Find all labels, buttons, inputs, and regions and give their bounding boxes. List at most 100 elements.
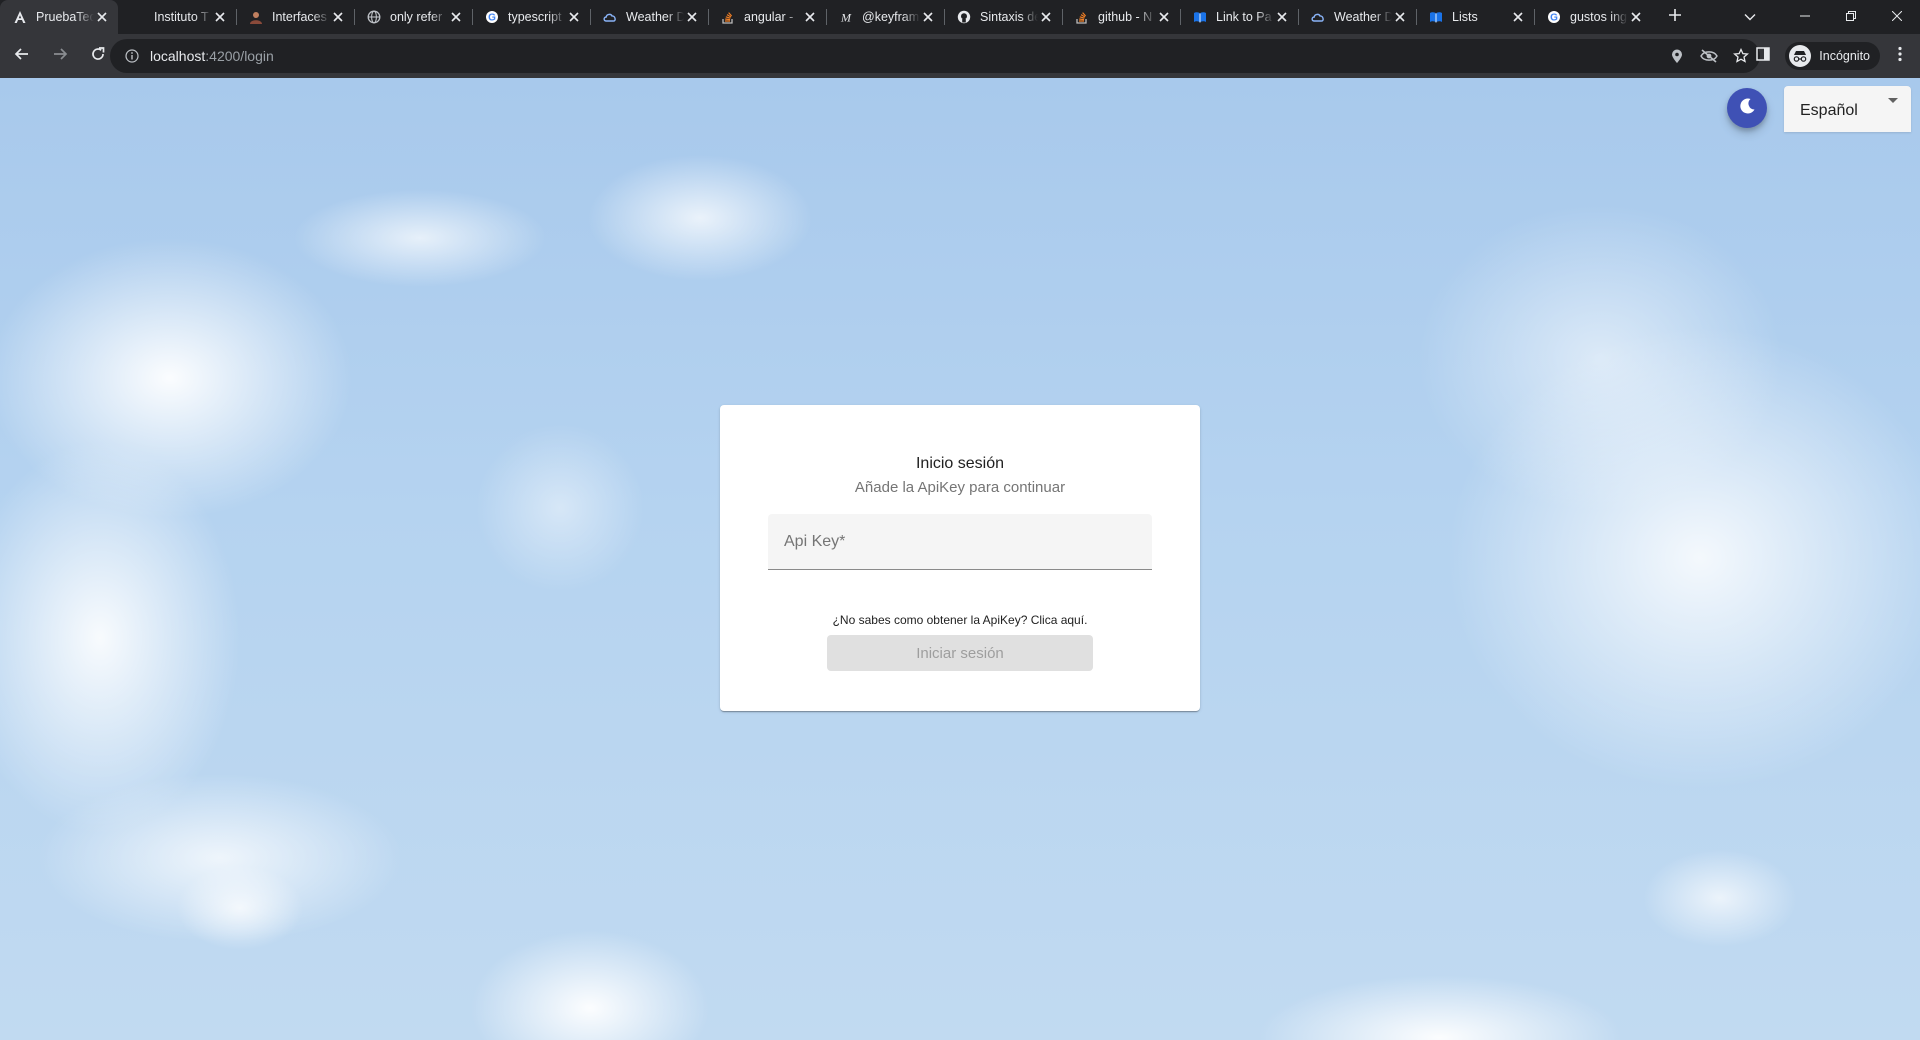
omnibox-actions (1666, 39, 1752, 73)
url-host: localhost (150, 48, 206, 64)
restore-icon (1846, 8, 1856, 26)
tab-gustos[interactable]: G gustos ing (1534, 0, 1652, 34)
tab-sintaxis[interactable]: Sintaxis de (944, 0, 1062, 34)
incognito-icon (1789, 45, 1812, 67)
theme-toggle-button[interactable] (1727, 88, 1767, 128)
close-tab-icon[interactable] (330, 9, 346, 25)
url-path: :4200/login (205, 48, 274, 64)
minimize-icon (1800, 8, 1810, 26)
tab-link-to-pa[interactable]: Link to Pa (1180, 0, 1298, 34)
tab-title: gustos ing (1570, 10, 1627, 24)
profile-incognito-button[interactable]: Incógnito (1785, 42, 1880, 70)
github-icon (956, 9, 972, 25)
site-info-icon[interactable] (124, 48, 140, 64)
tab-title: Lists (1452, 10, 1478, 24)
close-icon (1891, 8, 1903, 26)
tab-title: Weather D (626, 10, 684, 24)
dropdown-arrow-icon (1888, 98, 1898, 103)
tab-typescript[interactable]: G typescript (472, 0, 590, 34)
apikey-help-link[interactable]: ¿No sabes como obtener la ApiKey? Clica … (720, 613, 1200, 627)
stackoverflow-icon (720, 9, 736, 25)
blank-favicon (130, 9, 146, 25)
stackoverflow-icon (1074, 9, 1090, 25)
close-tab-icon[interactable] (1392, 9, 1408, 25)
tab-weather-2[interactable]: Weather D (1298, 0, 1416, 34)
address-bar[interactable]: localhost:4200/login (110, 39, 1760, 73)
avatar-favicon (248, 9, 264, 25)
arrow-right-icon (52, 46, 68, 67)
moon-icon (1737, 96, 1757, 121)
google-icon: G (1546, 9, 1562, 25)
weather-cloud-icon (602, 9, 618, 25)
toolbar-right: Incógnito (1749, 34, 1920, 78)
close-tab-icon[interactable] (1156, 9, 1172, 25)
close-tab-icon[interactable] (1510, 9, 1526, 25)
book-icon (1428, 9, 1444, 25)
tab-title: only refer (390, 10, 443, 24)
tab-title: Link to Pa (1216, 10, 1272, 24)
restore-button[interactable] (1828, 0, 1874, 34)
globe-icon (366, 9, 382, 25)
tab-keyframes[interactable]: M @keyfram (826, 0, 944, 34)
tab-title: Instituto T (154, 10, 209, 24)
minimize-button[interactable] (1782, 0, 1828, 34)
tab-lists[interactable]: Lists (1416, 0, 1534, 34)
close-tab-icon[interactable] (448, 9, 464, 25)
back-button[interactable] (6, 40, 38, 72)
close-tab-icon[interactable] (1628, 9, 1644, 25)
close-tab-icon[interactable] (212, 9, 228, 25)
arrow-left-icon (14, 46, 30, 67)
close-tab-icon[interactable] (920, 9, 936, 25)
tab-title: Interfaces (272, 10, 327, 24)
close-tab-icon[interactable] (802, 9, 818, 25)
tab-title: angular - (744, 10, 794, 24)
language-value: Español (1800, 102, 1858, 119)
close-tab-icon[interactable] (94, 9, 110, 25)
profile-label: Incógnito (1819, 49, 1870, 63)
browser-menu-button[interactable] (1886, 42, 1914, 70)
angular-a-icon (12, 9, 28, 25)
tab-title: github - N (1098, 10, 1153, 24)
card-subtitle: Añade la ApiKey para continuar (854, 479, 1066, 496)
browser-toolbar: localhost:4200/login Incógnito (0, 34, 1920, 78)
chevron-down-icon (1744, 8, 1756, 26)
apikey-field (768, 514, 1152, 570)
svg-text:G: G (1550, 13, 1558, 24)
close-tab-icon[interactable] (684, 9, 700, 25)
medium-icon: M (838, 9, 854, 25)
side-panel-icon (1756, 46, 1771, 66)
svg-text:M: M (840, 11, 852, 25)
plus-icon (1668, 8, 1682, 27)
tab-instituto[interactable]: Instituto T (118, 0, 236, 34)
login-button[interactable]: Iniciar sesión (827, 635, 1093, 671)
apikey-input[interactable] (768, 514, 1152, 569)
close-tab-icon[interactable] (1274, 9, 1290, 25)
tab-interfaces[interactable]: Interfaces (236, 0, 354, 34)
tab-title: @keyfram (862, 10, 920, 24)
weather-cloud-icon (1310, 9, 1326, 25)
new-tab-button[interactable] (1658, 0, 1692, 34)
tab-github-n[interactable]: github - N (1062, 0, 1180, 34)
tab-weather-1[interactable]: Weather D (590, 0, 708, 34)
tab-only-refer[interactable]: only refer (354, 0, 472, 34)
page-viewport: Español Inicio sesión Añade la ApiKey pa… (0, 78, 1920, 1040)
tab-title: typescript (508, 10, 562, 24)
location-pin-icon[interactable] (1666, 45, 1688, 67)
language-select[interactable]: Español (1784, 86, 1911, 132)
reload-icon (90, 46, 106, 67)
card-title: Inicio sesión (915, 455, 1005, 472)
tab-title: Weather D (1334, 10, 1392, 24)
tab-search-button[interactable] (1730, 0, 1770, 34)
close-tab-icon[interactable] (566, 9, 582, 25)
forward-button[interactable] (44, 40, 76, 72)
tab-strip: PruebaTec Instituto T Interfaces only re… (0, 0, 1920, 34)
eye-off-icon[interactable] (1698, 45, 1720, 67)
login-card: Inicio sesión Añade la ApiKey para conti… (720, 405, 1200, 711)
tab-title: Sintaxis de (980, 10, 1038, 24)
close-window-button[interactable] (1874, 0, 1920, 34)
more-vert-icon (1898, 46, 1902, 67)
tab-angular[interactable]: angular - (708, 0, 826, 34)
tab-pruebatec[interactable]: PruebaTec (0, 0, 118, 34)
close-tab-icon[interactable] (1038, 9, 1054, 25)
side-panel-button[interactable] (1749, 42, 1777, 70)
